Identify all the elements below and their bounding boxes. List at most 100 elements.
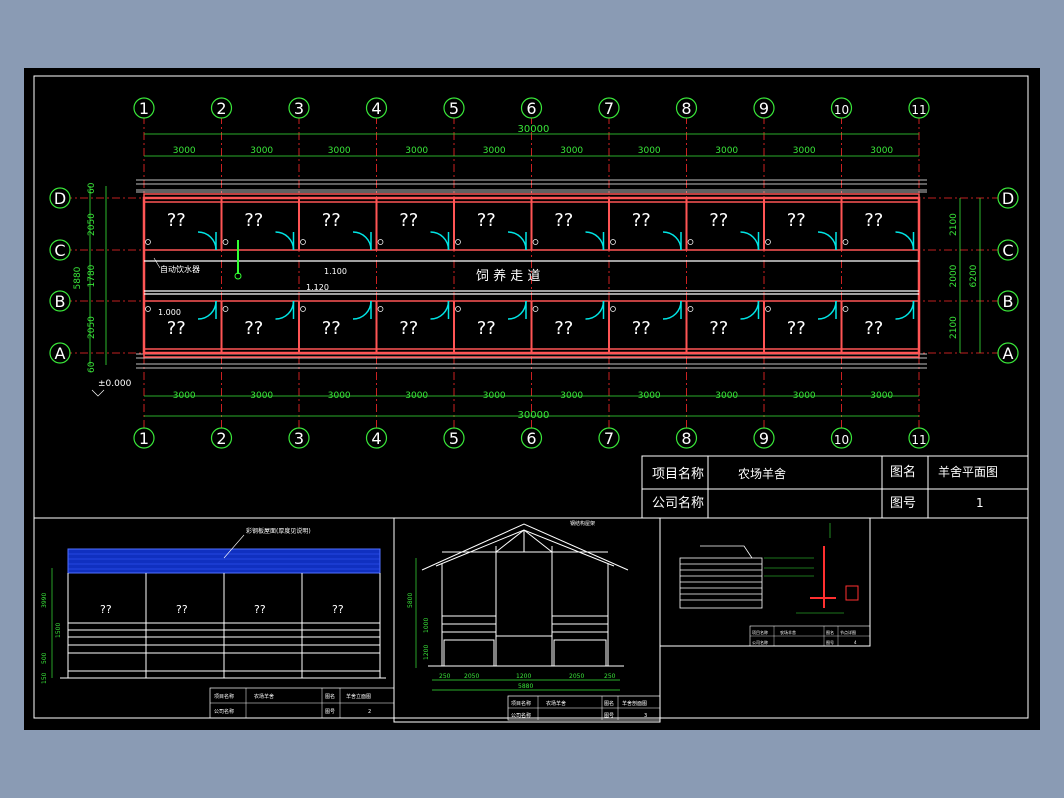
- elev-pen-label: ??: [100, 603, 112, 616]
- elev-title-block: 项目名称 农场羊舍 图名 羊舍立面图 公司名称 图号 2: [209, 687, 395, 719]
- pen-label-bottom: ??: [554, 318, 573, 339]
- door-swing: [585, 300, 605, 320]
- elevation-mark: 1.100: [324, 267, 347, 276]
- bay-dim-top: 3000: [250, 146, 273, 156]
- pen-label-top: ??: [554, 210, 573, 231]
- axis-label-row: B: [55, 292, 66, 311]
- axis-label-col: 3: [294, 429, 304, 448]
- sect-truss-note: 钢结构屋架: [570, 520, 595, 527]
- water-fixture: [610, 239, 616, 245]
- water-fixture: [687, 239, 694, 245]
- water-fixture: [377, 239, 384, 245]
- axis-label-col: 1: [139, 99, 149, 118]
- project-name-label: 项目名称: [652, 466, 704, 482]
- elev-tb-text: 项目名称: [214, 693, 234, 700]
- detail-title-block: 项目名称 农场羊舍 图名 节点详图 公司名称 图号 4: [749, 625, 871, 647]
- door-swing: [197, 300, 217, 320]
- axis-label-col: 4: [371, 99, 381, 118]
- leader-line: [153, 257, 161, 269]
- axis-label-col: 3: [294, 99, 304, 118]
- axis-label-col: 1: [139, 429, 149, 448]
- water-fixture: [222, 239, 229, 245]
- side-dim: 1780: [87, 264, 97, 287]
- door-swing: [817, 231, 837, 251]
- sect-dim-left: 1200: [423, 645, 430, 660]
- detail-tb-text: 4: [854, 640, 857, 645]
- elev-pen-label: ??: [332, 603, 344, 616]
- drawing-number-value: 1: [976, 496, 984, 510]
- pen-label-top: ??: [399, 210, 418, 231]
- axis-label-row: D: [1002, 189, 1014, 208]
- elev-tb-text: 公司名称: [214, 708, 234, 715]
- elevation-symbol: [91, 389, 105, 397]
- axis-label-col: 9: [759, 429, 769, 448]
- water-fixture: [765, 239, 771, 245]
- pen-label-bottom: ??: [477, 318, 496, 339]
- door-swing: [895, 231, 915, 251]
- elev-tb-text: 图名: [325, 693, 335, 700]
- sect-dim: 2050: [569, 673, 584, 680]
- axis-label-col: 10: [834, 103, 849, 117]
- bay-dim-top: 3000: [173, 146, 196, 156]
- detail-tb-text: 节点详图: [840, 629, 856, 635]
- axis-label-col: 9: [759, 99, 769, 118]
- detail-tb-text: 公司名称: [752, 639, 768, 645]
- sect-dim: 250: [439, 673, 451, 680]
- pen-label-bottom: ??: [399, 318, 418, 339]
- side-dim: 2100: [949, 316, 959, 339]
- pen-label-top: ??: [632, 210, 651, 231]
- side-dim: 5880: [73, 266, 83, 289]
- door-swing: [430, 300, 450, 320]
- elev-tb-text: 图号: [325, 709, 335, 715]
- axis-label-row: C: [1002, 241, 1013, 260]
- water-fixture: [145, 306, 151, 312]
- bay-dim-top: 3000: [870, 146, 893, 156]
- water-fixture: [455, 306, 461, 312]
- drawing-name-value: 羊舍平面图: [938, 464, 998, 479]
- total-dim-bottom: 30000: [518, 410, 550, 421]
- detail-tb-text: 农场羊舍: [780, 629, 796, 635]
- elev-dim: 500: [41, 652, 48, 664]
- company-name-label: 公司名称: [652, 495, 704, 511]
- title-block: 项目名称 农场羊舍 图名 羊舍平面图 公司名称 图号 1: [641, 455, 1029, 519]
- cad-canvas[interactable]: ???? 3000 3000???? 3000 3000???? 3000 3000????…: [24, 68, 1040, 730]
- side-dim: 2000: [949, 264, 959, 287]
- sect-tb-text: 公司名称: [511, 712, 531, 719]
- sect-dim-left: 5800: [407, 593, 414, 608]
- pen-label-bottom: ??: [632, 318, 651, 339]
- bay-dim-top: 3000: [483, 146, 506, 156]
- side-dim: 2050: [87, 213, 97, 236]
- pen-label-top: ??: [709, 210, 728, 231]
- water-fixture: [532, 306, 539, 312]
- axis-label-col: 6: [526, 99, 536, 118]
- bay-dim-top: 3000: [715, 146, 738, 156]
- pen-label-bottom: ??: [709, 318, 728, 339]
- sect-dim: 250: [604, 673, 616, 680]
- pen-label-top: ??: [167, 210, 186, 231]
- sect-tb-text: 图号: [604, 713, 614, 719]
- water-fixture: [842, 239, 849, 245]
- door-swing: [352, 231, 372, 251]
- axis-label-col: 4: [371, 429, 381, 448]
- door-swing: [740, 231, 760, 251]
- pen-label-top: ??: [244, 210, 263, 231]
- door-swing: [197, 231, 217, 251]
- door-swing: [507, 300, 527, 320]
- side-dim: 60: [87, 182, 97, 194]
- water-fixture: [222, 306, 229, 312]
- pen-label-bottom: ??: [167, 318, 186, 339]
- axis-label-col: 11: [911, 433, 926, 447]
- elev-dim: 3990: [41, 593, 48, 608]
- axis-label-row: D: [54, 189, 66, 208]
- sect-dim: 2050: [464, 673, 479, 680]
- axis-label-col: 2: [216, 429, 226, 448]
- pen-label-bottom: ??: [864, 318, 883, 339]
- section-drawing: 250 2050 1200 2050 250 5880 5800 1000 12…: [393, 517, 661, 723]
- elevation-drawing: ?? ?? ?? ?? 彩钢板屋面(厚度见说明) 3990 1500 500 1…: [33, 517, 395, 719]
- roof-panel: [67, 548, 381, 574]
- water-fixture: [687, 306, 694, 312]
- elev-tb-text: 2: [368, 709, 371, 715]
- door-swing: [275, 231, 295, 251]
- total-dim-top: 30000: [518, 124, 550, 135]
- side-dim: 6200: [969, 264, 979, 287]
